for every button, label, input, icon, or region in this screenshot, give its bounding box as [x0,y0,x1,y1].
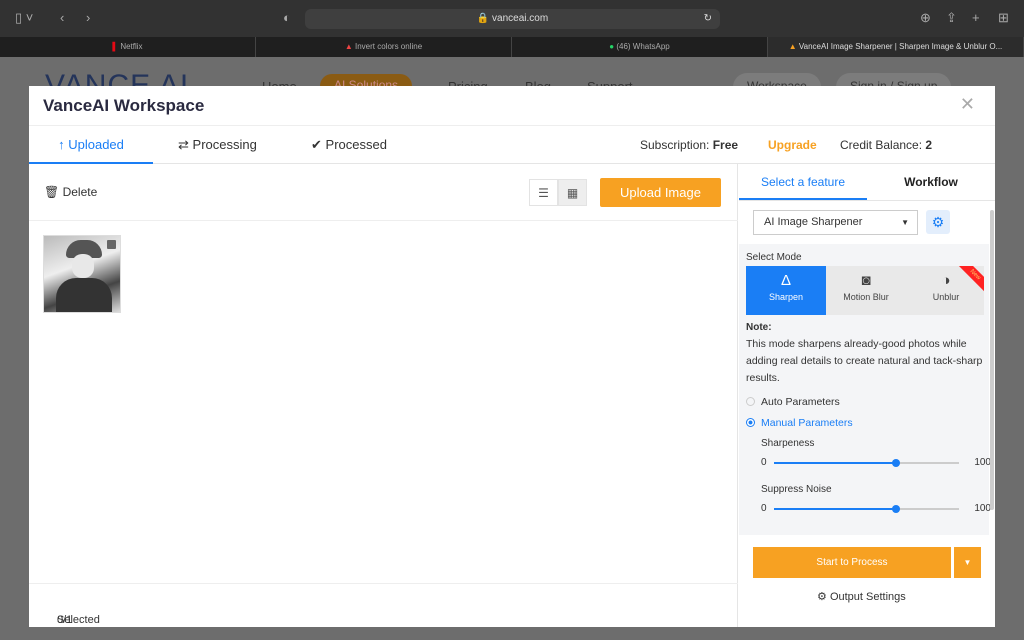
mode-panel: Select Mode Δ Sharpen ◙ Motion Blur ◑ Unblu… [739,244,991,535]
slider-handle[interactable] [892,459,901,467]
tab-select-feature[interactable]: Select a feature [739,164,867,200]
panel-scrollbar[interactable] [990,210,994,510]
image-thumbnail[interactable] [43,235,121,313]
mode-motion-blur[interactable]: ◙ Motion Blur [826,266,906,315]
tab-label: VanceAI Image Sharpener | Sharpen Image … [798,42,1003,51]
refresh-icon: ⇄ [178,137,189,152]
tab-label: Netflix [120,42,143,51]
selection-footer: 0/1 Selected [29,583,738,627]
feature-panel: Select a feature Workflow AI Image Sharp… [739,164,995,627]
tab-processing[interactable]: ⇄ Processing [162,126,273,164]
subscription-label: Subscription: [640,138,710,152]
output-settings-button[interactable]: ⚙ Output Settings [817,590,906,603]
close-icon[interactable]: ✕ [960,94,975,115]
tab-processed[interactable]: ✔ Processed [295,126,403,164]
browser-tab-active[interactable]: ▲ VanceAI Image Sharpener | Sharpen Imag… [768,37,1024,57]
divider [29,220,738,221]
grid-view-button[interactable]: ▦ [558,179,587,206]
upload-image-button[interactable]: Upload Image [600,178,721,207]
note-label: Note: [746,322,772,333]
selected-count: 0/1 Selected [57,614,100,626]
new-tab-icon[interactable]: + [972,10,980,25]
mode-sharpen[interactable]: Δ Sharpen [746,266,826,315]
browser-tab[interactable]: ● (46) WhatsApp [512,37,768,57]
browser-tab[interactable]: ▌ Netflix [0,37,256,57]
credit-balance: Credit Balance: 2 [840,138,932,152]
tab-label: Processing [192,137,257,152]
browser-toolbar: ▯ ˅ ‹ › ◐ 🔒 vanceai.com ↻ ⊕ ⇪ + ⊞ [0,0,1024,37]
modal-header: ↑ Uploaded ⇄ Processing ✔ Processed Subs… [29,125,995,164]
browser-tab[interactable]: ▲ Invert colors online [256,37,512,57]
tab-overview-icon[interactable]: ⊞ [998,10,1009,26]
sidebar-icon[interactable]: ▯ ˅ [15,10,33,26]
url-bar[interactable]: 🔒 vanceai.com ↻ [305,9,720,29]
arrow-up-icon: ↑ [58,137,65,152]
delete-label: Delete [62,185,98,199]
reload-icon[interactable]: ↻ [704,9,712,29]
auto-parameters-radio[interactable]: Auto Parameters [746,396,840,408]
suppress-noise-label: Suppress Noise [761,484,832,495]
forward-icon[interactable]: › [86,10,90,25]
credit-label: Credit Balance: [840,138,923,152]
sharpen-icon: Δ [780,272,792,289]
camera-icon: ◙ [861,272,871,289]
list-icon: ☰ [538,186,549,200]
subscription-value: Free [712,138,739,152]
gear-icon: ⚙ [817,591,827,603]
upgrade-link[interactable]: Upgrade [768,138,817,152]
tab-workflow[interactable]: Workflow [867,164,995,200]
delete-button[interactable]: 🗑 Delete [44,185,97,199]
settings-gear-icon[interactable]: ⚙ [926,210,950,234]
workspace-modal: VanceAI Workspace ✕ ↑ Uploaded ⇄ Process… [29,86,995,627]
caret-down-icon: ▼ [901,218,909,227]
manual-parameters-radio[interactable]: Manual Parameters [746,417,853,429]
trash-icon: 🗑 [44,185,60,199]
url-text: vanceai.com [492,13,549,24]
mode-unblur[interactable]: ◑ Unblur New [906,266,984,315]
start-process-button[interactable]: Start to Process [753,547,951,578]
credit-value: 2 [925,138,933,152]
list-view-button[interactable]: ☰ [529,179,558,206]
grid-icon: ▦ [566,186,579,200]
share-icon[interactable]: ⇪ [946,10,957,26]
back-icon[interactable]: ‹ [60,10,64,25]
shield-icon[interactable]: ◐ [283,10,291,25]
browser-tabs: ▌ Netflix ▲ Invert colors online ● (46) … [0,37,1024,57]
download-icon[interactable]: ⊕ [920,10,931,26]
sharpeness-label: Sharpeness [761,438,815,449]
select-mode-label: Select Mode [746,252,802,263]
upload-area: 🗑 Delete ☰ ▦ Upload Image 0/1 Selected [29,164,738,627]
subscription: Subscription: Free [640,138,738,152]
feature-value: AI Image Sharpener [764,216,863,228]
modal-title: VanceAI Workspace [43,96,205,115]
tab-label: Uploaded [68,137,124,152]
tab-uploaded[interactable]: ↑ Uploaded [29,126,153,164]
feature-select[interactable]: AI Image Sharpener ▼ [753,210,918,235]
sharpeness-slider[interactable]: 0 100 [761,457,991,469]
tab-label: Invert colors online [355,42,423,51]
note-text: This mode sharpens already-good photos w… [746,338,983,384]
check-circle-icon: ✔ [311,137,322,152]
tab-label: Processed [325,137,387,152]
process-options-dropdown[interactable]: ▼ [954,547,981,578]
slider-handle[interactable] [892,505,901,513]
tab-label: (46) WhatsApp [616,42,670,51]
mode-selector: Δ Sharpen ◙ Motion Blur ◑ Unblur New [746,266,984,315]
select-checkbox[interactable] [107,240,116,249]
suppress-noise-slider[interactable]: 0 100 [761,503,991,515]
